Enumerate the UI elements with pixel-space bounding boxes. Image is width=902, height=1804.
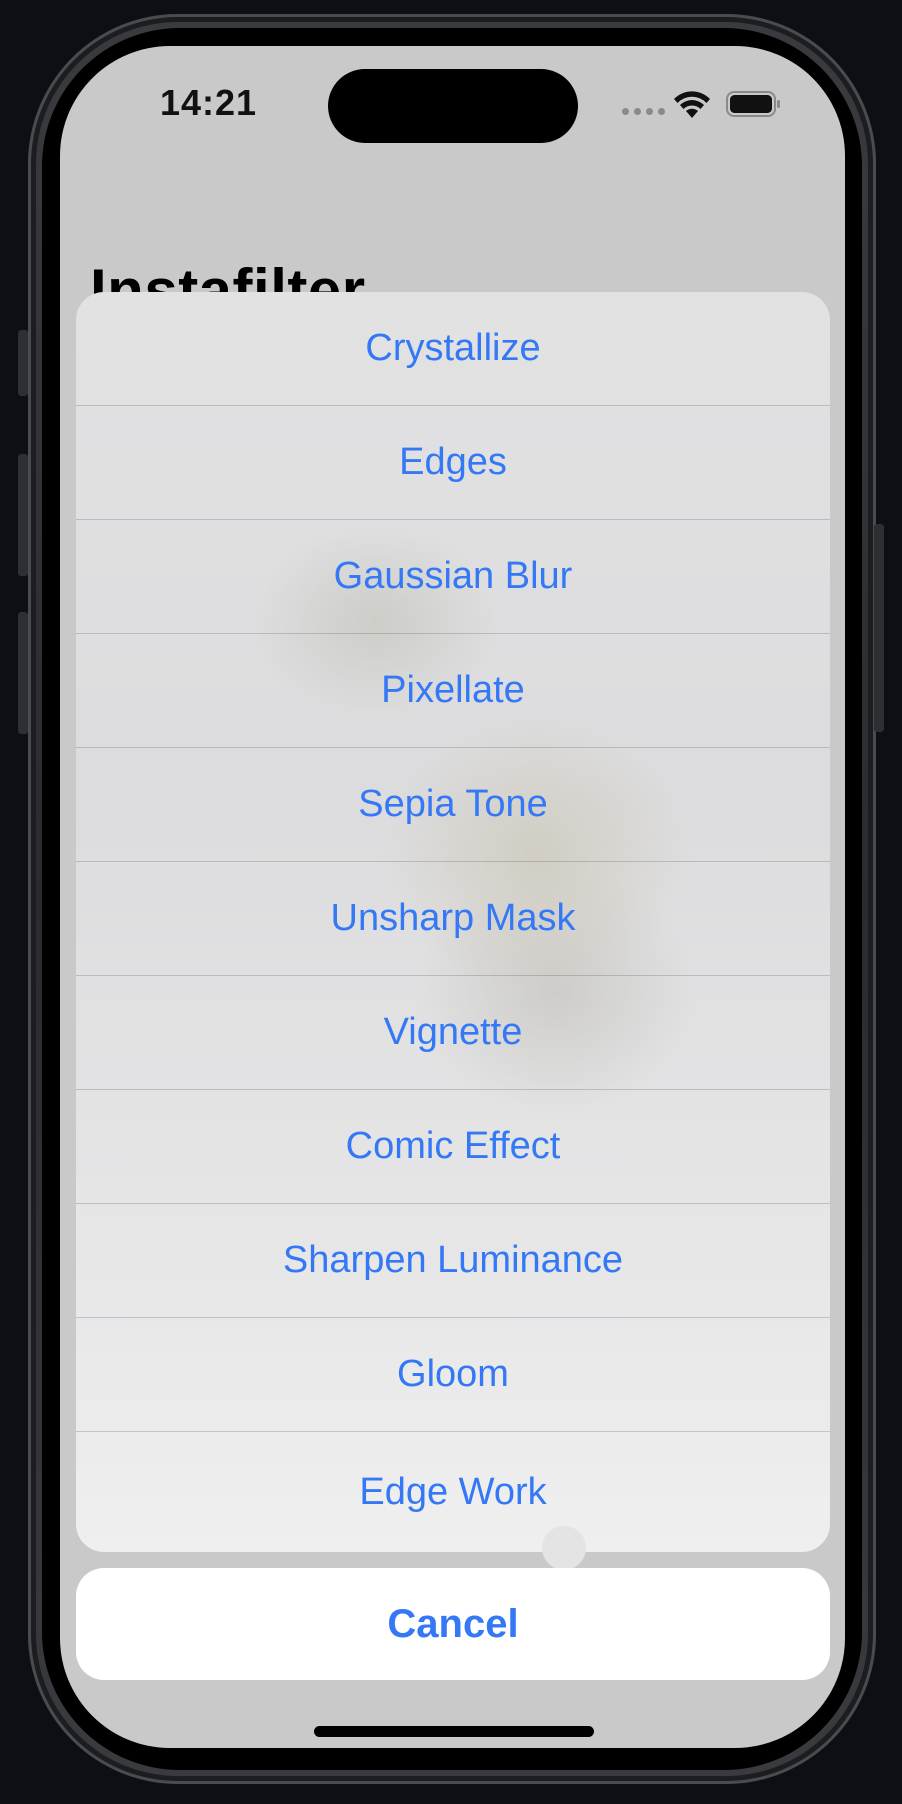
status-bar: 14:21: [60, 46, 845, 166]
action-sheet: Crystallize Edges Gaussian Blur Pixellat…: [76, 292, 830, 1552]
volume-down-button: [18, 612, 28, 734]
action-sheet-option[interactable]: Sharpen Luminance: [76, 1204, 830, 1318]
action-sheet-option[interactable]: Vignette: [76, 976, 830, 1090]
action-sheet-option[interactable]: Gaussian Blur: [76, 520, 830, 634]
cancel-button[interactable]: Cancel: [76, 1568, 830, 1680]
action-sheet-option[interactable]: Sepia Tone: [76, 748, 830, 862]
action-button: [18, 330, 28, 396]
action-sheet-option[interactable]: Crystallize: [76, 292, 830, 406]
dynamic-island: [328, 69, 578, 143]
action-sheet-option[interactable]: Edge Work: [76, 1432, 830, 1552]
action-sheet-option[interactable]: Edges: [76, 406, 830, 520]
cellular-signal-icon: [622, 108, 665, 115]
home-indicator[interactable]: [314, 1726, 594, 1737]
status-time: 14:21: [160, 82, 258, 123]
power-button: [874, 524, 884, 732]
action-sheet-option[interactable]: Pixellate: [76, 634, 830, 748]
background-button-peek: [542, 1526, 586, 1570]
action-sheet-option[interactable]: Gloom: [76, 1318, 830, 1432]
battery-icon: [726, 91, 780, 117]
screen: 14:21 Instafilter Crystallize Edges Gaus…: [60, 46, 845, 1748]
volume-up-button: [18, 454, 28, 576]
action-sheet-option[interactable]: Comic Effect: [76, 1090, 830, 1204]
wifi-icon: [674, 91, 710, 118]
action-sheet-option[interactable]: Unsharp Mask: [76, 862, 830, 976]
